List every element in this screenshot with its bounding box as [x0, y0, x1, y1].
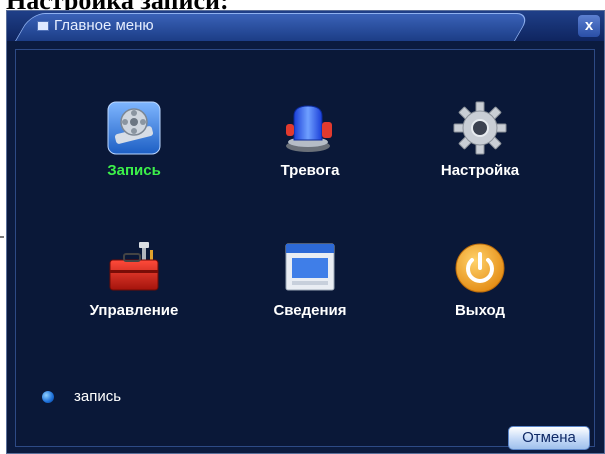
close-button[interactable]: x	[578, 15, 600, 37]
status-indicator-icon	[42, 390, 54, 403]
title-bar: Главное меню x	[7, 11, 604, 41]
menu-item-info[interactable]: Сведения	[240, 240, 380, 360]
menu-item-label: Выход	[454, 302, 506, 319]
menu-item-exit[interactable]: Выход	[410, 240, 550, 360]
menu-item-settings[interactable]: Настройка	[410, 100, 550, 220]
menu-item-label: Тревога	[280, 162, 340, 179]
menu-item-label: Запись	[107, 162, 161, 179]
menu-item-management[interactable]: Управление	[64, 240, 204, 360]
window-title-label: Главное меню	[54, 17, 154, 34]
page-edge-mark	[0, 236, 4, 238]
menu-item-alarm[interactable]: Тревога	[240, 100, 380, 220]
main-menu-window: Главное меню x Запись Тревога Настройка …	[6, 10, 605, 454]
settings-gear-icon	[453, 101, 507, 155]
alarm-siren-icon	[286, 105, 332, 152]
record-film-icon	[107, 101, 161, 155]
page: Настройка записи: Главное меню x Запись …	[0, 0, 605, 454]
power-icon	[455, 243, 505, 293]
menu-item-label: Управление	[89, 302, 179, 319]
window-title: Главное меню	[37, 17, 154, 34]
status-text: запись	[74, 388, 122, 405]
toolbox-icon	[109, 242, 159, 291]
menu-item-label: Настройка	[440, 162, 520, 179]
menu-item-record[interactable]: Запись	[64, 100, 204, 220]
info-window-icon	[285, 243, 335, 291]
menu-icon	[37, 20, 49, 31]
cancel-button[interactable]: Отмена	[508, 426, 590, 450]
menu-item-label: Сведения	[273, 302, 347, 319]
menu-panel: Запись Тревога Настройка Управление Свед…	[15, 49, 595, 450]
status-bar: запись	[42, 388, 121, 405]
